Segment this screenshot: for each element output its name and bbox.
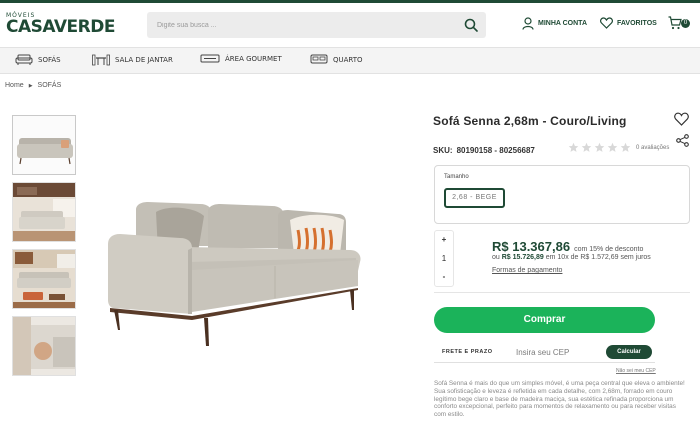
search-input[interactable] xyxy=(157,12,457,38)
search-bar xyxy=(147,12,486,38)
price-value: R$ 13.367,86 xyxy=(492,239,571,254)
price-block: R$ 13.367,86 com 15% de desconto xyxy=(492,239,643,254)
bed-icon xyxy=(310,54,328,64)
category-nav: SOFÁS SALA DE JANTAR ÁREA GOURMET QUARTO xyxy=(0,47,700,74)
favorites-link[interactable]: FAVORITOS xyxy=(600,17,657,29)
variant-selector: Tamanho 2,68 - BEGE xyxy=(434,165,690,224)
thumbnail-1[interactable] xyxy=(12,115,76,175)
installments-line: ou R$ 15.726,89 em 10x de R$ 1.572,69 se… xyxy=(492,254,651,261)
heart-icon xyxy=(600,17,613,29)
category-dining[interactable]: SALA DE JANTAR xyxy=(92,54,173,66)
review-count[interactable]: 0 avaliações xyxy=(636,145,669,151)
account-link[interactable]: MINHA CONTA xyxy=(522,17,587,30)
quantity-increase-button[interactable]: + xyxy=(435,231,453,249)
category-label: SALA DE JANTAR xyxy=(115,56,173,64)
sku-value: 80190158 - 80256687 xyxy=(456,146,535,155)
price-discount-note: com 15% de desconto xyxy=(574,246,644,253)
product-sku: SKU: 80190158 - 80256687 xyxy=(433,146,535,155)
share-icon[interactable] xyxy=(676,134,689,147)
shipping-label: FRETE E PRAZO xyxy=(442,349,493,355)
thumbnail-3[interactable] xyxy=(12,249,76,309)
star-icon xyxy=(594,142,605,152)
search-icon[interactable] xyxy=(464,18,478,32)
buy-button[interactable]: Comprar xyxy=(434,307,655,333)
grill-icon xyxy=(200,54,220,63)
category-label: QUARTO xyxy=(333,55,363,64)
chevron-right-icon: ▶ xyxy=(28,82,33,89)
sofa-icon xyxy=(15,54,33,65)
product-description: Sofá Senna é mais do que um simples móve… xyxy=(434,380,685,419)
category-gourmet[interactable]: ÁREA GOURMET xyxy=(200,54,282,64)
favorite-heart-icon[interactable] xyxy=(674,112,689,126)
logo-wordmark: CASAVERDE xyxy=(6,17,115,37)
dining-table-icon xyxy=(92,54,110,66)
user-icon xyxy=(522,17,534,30)
favorites-label: FAVORITOS xyxy=(617,19,657,27)
shipping-calculator: FRETE E PRAZO Calcular xyxy=(434,343,655,363)
quantity-value[interactable]: 1 xyxy=(435,250,453,268)
calculate-shipping-button[interactable]: Calcular xyxy=(606,345,652,359)
star-icon xyxy=(568,142,579,152)
product-title: Sofá Senna 2,68m - Couro/Living xyxy=(433,114,627,128)
installments-prefix: ou xyxy=(492,254,500,261)
star-icon xyxy=(620,142,631,152)
variant-option-selected[interactable]: 2,68 - BEGE xyxy=(444,188,505,208)
star-icon xyxy=(607,142,618,152)
find-cep-link[interactable]: Não sei meu CEP xyxy=(616,368,656,374)
rating-stars[interactable] xyxy=(568,142,631,153)
breadcrumb: Home ▶ SOFÁS xyxy=(5,82,61,89)
payment-methods-link[interactable]: Formas de pagamento xyxy=(492,267,562,274)
quantity-decrease-button[interactable]: - xyxy=(435,268,453,286)
site-header: MÓVEIS CASAVERDE MINHA CONTA FAVORITOS 0 xyxy=(0,3,700,47)
category-sofas[interactable]: SOFÁS xyxy=(15,54,61,65)
breadcrumb-current[interactable]: SOFÁS xyxy=(38,82,62,89)
product-main-image[interactable] xyxy=(100,190,370,350)
category-label: ÁREA GOURMET xyxy=(225,55,282,63)
breadcrumb-home[interactable]: Home xyxy=(5,82,24,89)
cep-input[interactable] xyxy=(516,345,602,359)
installments-text: em 10x de R$ 1.572,69 sem juros xyxy=(545,254,651,261)
variant-label: Tamanho xyxy=(444,174,469,180)
category-label: SOFÁS xyxy=(38,55,61,64)
cart-count-badge: 0 xyxy=(681,19,690,28)
cart-button[interactable]: 0 xyxy=(668,16,692,34)
site-logo[interactable]: MÓVEIS CASAVERDE xyxy=(6,12,115,37)
thumbnail-4[interactable] xyxy=(12,316,76,376)
quantity-stepper: + 1 - xyxy=(434,230,454,287)
thumbnail-2[interactable] xyxy=(12,182,76,242)
sku-label: SKU: xyxy=(433,146,453,155)
divider xyxy=(434,292,690,293)
cart-icon xyxy=(668,16,682,30)
category-bedroom[interactable]: QUARTO xyxy=(310,54,363,65)
account-label: MINHA CONTA xyxy=(538,20,587,27)
star-icon xyxy=(581,142,592,152)
price-full: R$ 15.726,89 xyxy=(501,254,544,261)
